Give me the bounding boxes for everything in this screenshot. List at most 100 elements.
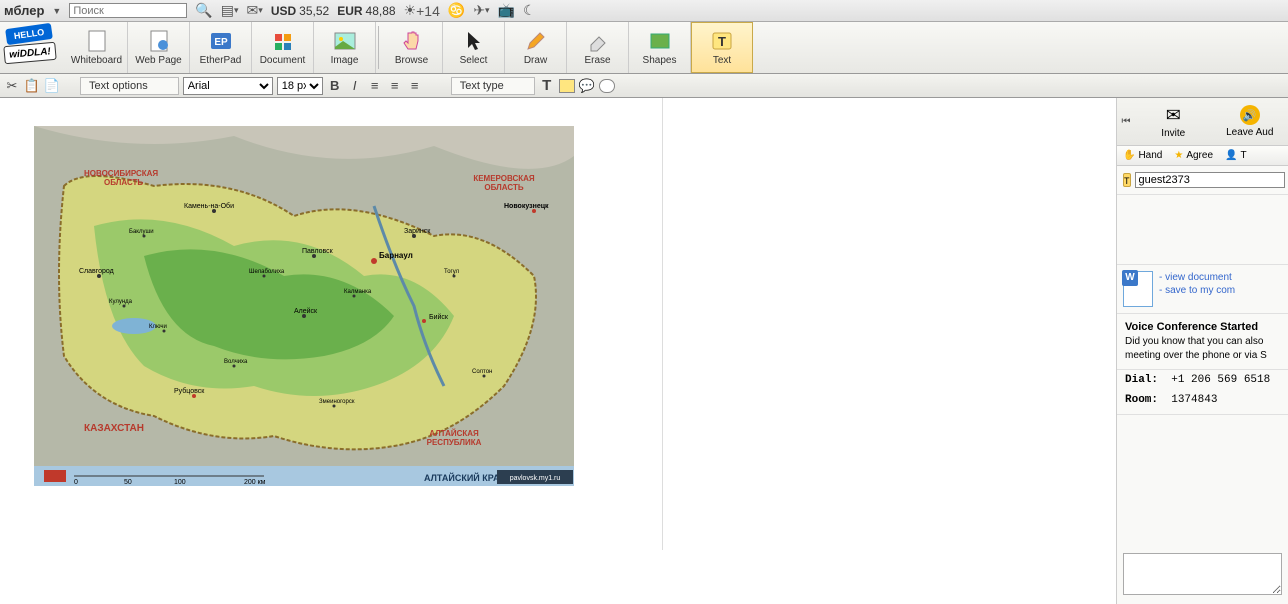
invite-label: Invite [1161,128,1185,139]
main-toolbar: HELLO wiDDLA! Whiteboard Web Page EPEthe… [0,22,1288,74]
leave-audio-button[interactable]: 🔊 Leave Aud [1212,105,1288,138]
whiteboard-button[interactable]: Whiteboard [66,22,128,73]
map-image[interactable]: НОВОСИБИРСКАЯОБЛАСТЬ КЕМЕРОВСКАЯОБЛАСТЬ … [34,126,574,486]
voice-text: Did you know that you can also meeting o… [1125,336,1267,361]
dial-row: Dial: +1 206 569 6518 [1117,370,1288,390]
voice-title: Voice Conference Started [1125,321,1258,333]
text-button[interactable]: T Text [691,22,753,73]
room-label: Room: [1125,394,1158,406]
image-button[interactable]: Image [314,22,376,73]
room-row: Room: 1374843 [1117,390,1288,415]
select-button[interactable]: Select [443,22,505,73]
browser-topbar: мблер ▼ 🔍 ▤ ▾ ✉ ▾ USD35,52 EUR48,88 ☀ +1… [0,0,1288,22]
draw-button[interactable]: Draw [505,22,567,73]
btn-label: Draw [524,55,547,66]
svg-text:Славгород: Славгород [79,268,114,275]
bubble-icon[interactable]: 💬 [579,78,595,94]
align-left-icon[interactable]: ≡ [367,78,383,94]
users-list-area [1117,195,1288,265]
save-document-link[interactable]: - save to my com [1159,284,1235,297]
user-chip-icon: T [1123,173,1131,187]
italic-button[interactable]: I [347,78,363,94]
envelope-icon: ✉ [1166,105,1181,126]
webpage-icon [147,29,171,53]
text-t-icon[interactable]: T [539,78,555,94]
cut-icon[interactable]: ✂ [4,78,20,94]
cursor-icon [462,29,486,53]
weather-icon[interactable]: ☀ +14 [404,2,440,19]
paste-icon[interactable]: 📄 [44,78,60,94]
btn-label: Erase [584,55,610,66]
font-select[interactable]: Arial [183,77,273,95]
browse-button[interactable]: Browse [381,22,443,73]
side-top-row: ⏮ ✉ Invite 🔊 Leave Aud [1117,98,1288,146]
svg-text:Алейск: Алейск [294,307,318,315]
btn-label: Text [713,55,731,66]
search-input[interactable] [69,3,187,18]
agree-tab[interactable]: ★Agree [1168,150,1219,161]
image-icon [333,29,357,53]
canvas-area[interactable]: НОВОСИБИРСКАЯОБЛАСТЬ КЕМЕРОВСКАЯОБЛАСТЬ … [12,98,663,550]
document-button[interactable]: Document [252,22,314,73]
note-yellow-icon[interactable] [559,79,575,93]
speaker-icon: 🔊 [1240,105,1260,125]
logo-bottom: wiDDLA! [3,42,56,64]
hand-tab[interactable]: ✋Hand [1117,150,1168,161]
shapes-icon [648,29,672,53]
dial-label: Dial: [1125,374,1158,386]
moon-icon[interactable]: ☾ [523,2,536,19]
svg-text:Волчиха: Волчиха [224,359,248,365]
voice-conference-box: Voice Conference Started Did you know th… [1117,314,1288,370]
app-logo: HELLO wiDDLA! [4,24,62,70]
svg-text:АЛТАЙСКИЙ КРАЙ: АЛТАЙСКИЙ КРАЙ [424,472,506,483]
svg-text:T: T [718,34,726,49]
svg-text:200 км: 200 км [244,479,266,486]
text-icon: T [710,29,734,53]
mail-icon[interactable]: ✉ ▾ [247,2,263,19]
weather-value: +14 [416,3,440,19]
svg-text:Кулунда: Кулунда [109,299,133,305]
invite-button[interactable]: ✉ Invite [1135,105,1212,139]
erase-button[interactable]: Erase [567,22,629,73]
leave-label: Leave Aud [1226,127,1273,138]
webpage-button[interactable]: Web Page [128,22,190,73]
btn-label: EtherPad [200,55,242,66]
side-tabs: ✋Hand ★Agree 👤T [1117,146,1288,166]
nav-arrows[interactable]: ⏮ [1117,116,1135,127]
etherpad-button[interactable]: EPEtherPad [190,22,252,73]
news-icon[interactable]: ▤ ▾ [221,2,239,19]
shapes-button[interactable]: Shapes [629,22,691,73]
username-input[interactable] [1135,172,1285,188]
svg-text:Рубцовск: Рубцовск [174,387,205,395]
svg-text:Шелаболиха: Шелаболиха [249,269,285,275]
eur-ticker: EUR48,88 [337,4,395,18]
bold-button[interactable]: B [327,78,343,94]
align-center-icon[interactable]: ≡ [387,78,403,94]
svg-text:Заринск: Заринск [404,228,431,235]
horoscope-icon[interactable]: ♋ [448,2,465,19]
note-white-icon[interactable] [599,79,615,93]
svg-text:Баклуши: Баклуши [129,229,154,235]
svg-text:Новокузнецк: Новокузнецк [504,203,549,210]
svg-text:Камень-на-Оби: Камень-на-Оби [184,202,234,210]
chat-input[interactable] [1123,553,1282,595]
align-right-icon[interactable]: ≡ [407,78,423,94]
dial-value: +1 206 569 6518 [1171,374,1270,386]
text-options-label[interactable]: Text options [80,77,179,95]
brand-dropdown-icon[interactable]: ▼ [52,6,61,16]
hand-raise-icon: ✋ [1123,150,1135,161]
room-value: 1374843 [1171,394,1217,406]
size-select[interactable]: 18 px [277,77,323,95]
search-icon[interactable]: 🔍 [195,2,212,19]
btn-label: Select [460,55,488,66]
tv-icon[interactable]: 📺 [498,2,515,19]
copy-icon[interactable]: 📋 [24,78,40,94]
more-tab[interactable]: 👤T [1219,150,1253,161]
svg-text:Барнаул: Барнаул [379,251,413,260]
text-type-label[interactable]: Text type [451,77,535,95]
user-row: T [1117,166,1288,195]
pencil-icon [524,29,548,53]
btn-label: Browse [395,55,428,66]
send-icon[interactable]: ✈ ▾ [473,2,489,19]
view-document-link[interactable]: - view document [1159,271,1235,284]
